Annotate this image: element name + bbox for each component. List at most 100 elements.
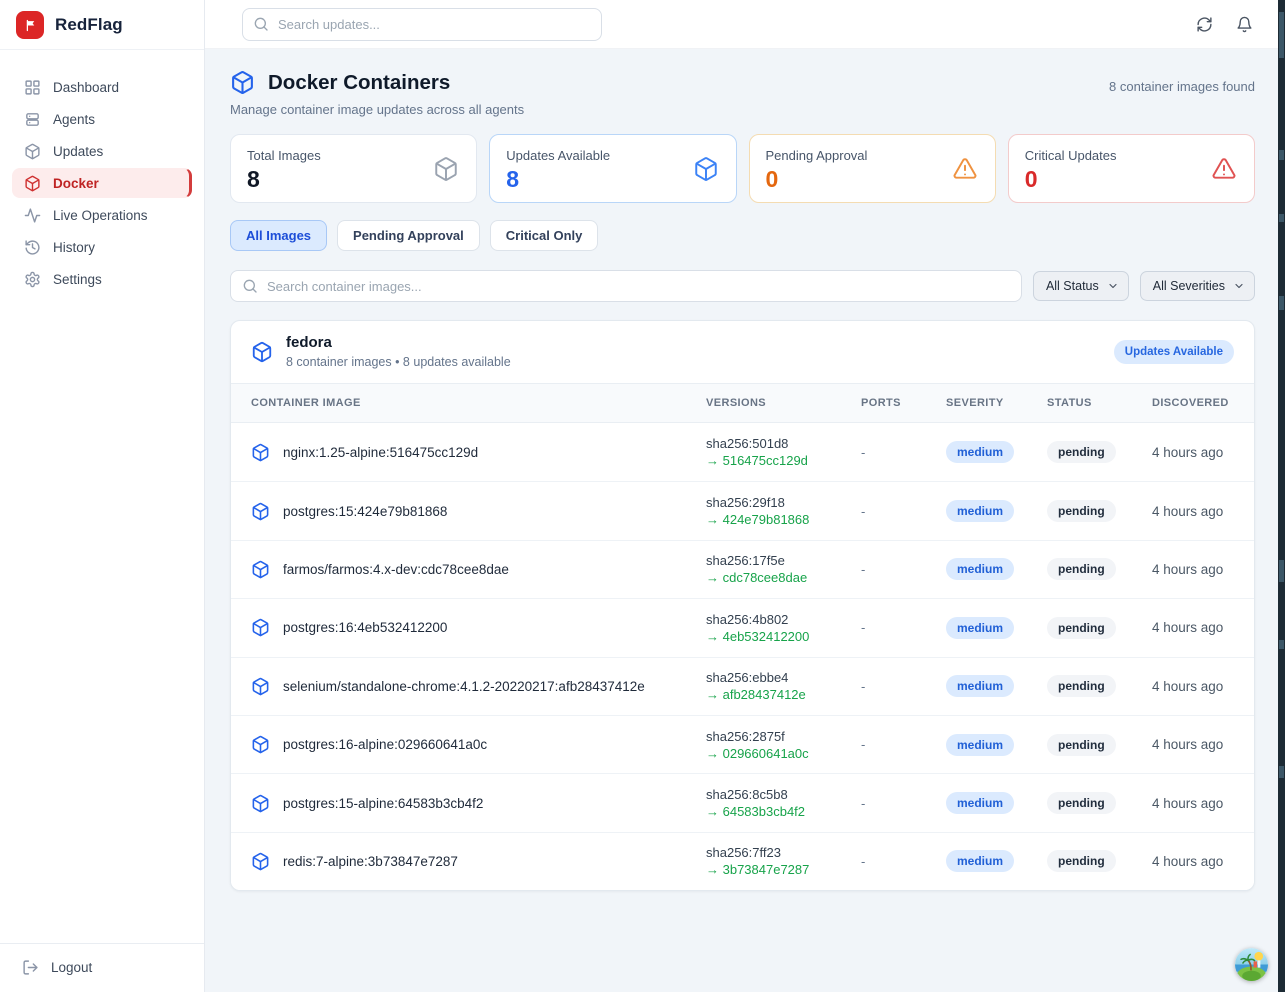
bell-icon[interactable] xyxy=(1236,16,1253,33)
stat-label: Pending Approval xyxy=(766,148,979,163)
table-row[interactable]: farmos/farmos:4.x-dev:cdc78cee8dae sha25… xyxy=(231,540,1254,598)
container-cube-icon xyxy=(251,735,270,754)
table-row[interactable]: nginx:1.25-alpine:516475cc129d sha256:50… xyxy=(231,423,1254,481)
sidebar-item-label: Agents xyxy=(53,112,95,127)
sidebar-item-docker[interactable]: Docker xyxy=(12,168,192,198)
version-new: → 4eb532412200 xyxy=(706,628,861,645)
version-current: sha256:501d8 xyxy=(706,435,861,452)
image-count-text: 8 container images found xyxy=(1109,79,1255,94)
table-row[interactable]: postgres:16:4eb532412200 sha256:4b802 → … xyxy=(231,598,1254,656)
version-current: sha256:7ff23 xyxy=(706,844,861,861)
severity-badge: medium xyxy=(946,441,1014,463)
sidebar-item-label: Docker xyxy=(53,176,99,191)
sidebar-item-updates[interactable]: Updates xyxy=(12,136,192,166)
activity-icon xyxy=(24,207,41,224)
sidebar-item-live-operations[interactable]: Live Operations xyxy=(12,200,192,230)
status-badge: pending xyxy=(1047,617,1116,639)
stat-value: 8 xyxy=(247,166,460,193)
tab-pending-approval[interactable]: Pending Approval xyxy=(337,220,480,251)
severity-select-value: All Severities xyxy=(1153,279,1225,293)
island-extension-icon[interactable] xyxy=(1235,948,1268,981)
col-container-image: CONTAINER IMAGE xyxy=(251,397,706,409)
table-body: nginx:1.25-alpine:516475cc129d sha256:50… xyxy=(231,423,1254,890)
stat-card-critical-updates: Critical Updates 0 xyxy=(1008,134,1255,203)
version-new: → 64583b3cb4f2 xyxy=(706,803,861,820)
ports-value: - xyxy=(861,854,946,869)
page-title: Docker Containers xyxy=(268,71,450,95)
app-logo[interactable]: RedFlag xyxy=(0,0,204,50)
version-new: → afb28437412e xyxy=(706,686,861,703)
refresh-icon[interactable] xyxy=(1196,16,1213,33)
logout-icon xyxy=(22,959,39,976)
container-cube-icon xyxy=(251,852,270,871)
severity-badge: medium xyxy=(946,558,1014,580)
discovered-value: 4 hours ago xyxy=(1152,796,1234,811)
flag-icon xyxy=(16,11,44,39)
col-versions: VERSIONS xyxy=(706,397,861,409)
version-current: sha256:4b802 xyxy=(706,611,861,628)
discovered-value: 4 hours ago xyxy=(1152,445,1234,460)
logout-label: Logout xyxy=(51,960,92,975)
discovered-value: 4 hours ago xyxy=(1152,504,1234,519)
sidebar-item-label: Dashboard xyxy=(53,80,119,95)
ports-value: - xyxy=(861,504,946,519)
server-icon xyxy=(24,111,41,128)
col-status: STATUS xyxy=(1047,397,1152,409)
discovered-value: 4 hours ago xyxy=(1152,620,1234,635)
topbar xyxy=(205,0,1285,49)
status-select[interactable]: All Status xyxy=(1033,271,1129,301)
group-name: fedora xyxy=(286,334,511,351)
col-severity: SEVERITY xyxy=(946,397,1047,409)
filter-tabs: All Images Pending Approval Critical Onl… xyxy=(230,220,1255,251)
sidebar-item-label: History xyxy=(53,240,95,255)
stat-value: 8 xyxy=(506,166,719,193)
container-image-name: postgres:16-alpine:029660641a0c xyxy=(283,737,487,752)
tab-all-images[interactable]: All Images xyxy=(230,220,327,251)
image-group-panel: fedora 8 container images • 8 updates av… xyxy=(230,320,1255,891)
table-row[interactable]: redis:7-alpine:3b73847e7287 sha256:7ff23… xyxy=(231,832,1254,890)
version-new: → 424e79b81868 xyxy=(706,511,861,528)
stat-card-updates-available: Updates Available 8 xyxy=(489,134,736,203)
main-content: Docker Containers Manage container image… xyxy=(205,49,1285,992)
version-current: sha256:2875f xyxy=(706,728,861,745)
ports-value: - xyxy=(861,679,946,694)
sidebar-item-history[interactable]: History xyxy=(12,232,192,262)
global-search-input[interactable] xyxy=(242,8,602,41)
sidebar-item-agents[interactable]: Agents xyxy=(12,104,192,134)
warning-triangle-icon xyxy=(1211,156,1237,182)
sidebar-item-settings[interactable]: Settings xyxy=(12,264,192,294)
container-image-name: nginx:1.25-alpine:516475cc129d xyxy=(283,445,478,460)
tab-critical-only[interactable]: Critical Only xyxy=(490,220,599,251)
sidebar-item-label: Settings xyxy=(53,272,102,287)
container-image-name: farmos/farmos:4.x-dev:cdc78cee8dae xyxy=(283,562,509,577)
version-new: → 029660641a0c xyxy=(706,745,861,762)
container-image-name: postgres:16:4eb532412200 xyxy=(283,620,447,635)
search-icon xyxy=(253,16,269,32)
stat-cards: Total Images 8 Updates Available 8 Pendi… xyxy=(230,134,1255,203)
container-search-input[interactable] xyxy=(230,270,1022,302)
table-row[interactable]: postgres:16-alpine:029660641a0c sha256:2… xyxy=(231,715,1254,773)
version-current: sha256:8c5b8 xyxy=(706,786,861,803)
gear-icon xyxy=(24,271,41,288)
ports-value: - xyxy=(861,737,946,752)
history-clock-icon xyxy=(24,239,41,256)
version-new: → 516475cc129d xyxy=(706,452,861,469)
docker-cube-icon xyxy=(230,70,255,95)
table-row[interactable]: selenium/standalone-chrome:4.1.2-2022021… xyxy=(231,657,1254,715)
docker-cube-icon xyxy=(24,175,41,192)
group-meta: 8 container images • 8 updates available xyxy=(286,355,511,369)
col-discovered: DISCOVERED xyxy=(1152,397,1234,409)
version-new: → 3b73847e7287 xyxy=(706,861,861,878)
sidebar-nav: Dashboard Agents Updates Docker xyxy=(0,50,204,943)
container-cube-icon xyxy=(251,502,270,521)
stat-label: Total Images xyxy=(247,148,460,163)
table-row[interactable]: postgres:15-alpine:64583b3cb4f2 sha256:8… xyxy=(231,773,1254,831)
package-icon xyxy=(693,156,719,182)
sidebar-item-dashboard[interactable]: Dashboard xyxy=(12,72,192,102)
discovered-value: 4 hours ago xyxy=(1152,679,1234,694)
table-row[interactable]: postgres:15:424e79b81868 sha256:29f18 → … xyxy=(231,481,1254,539)
severity-select[interactable]: All Severities xyxy=(1140,271,1255,301)
discovered-value: 4 hours ago xyxy=(1152,562,1234,577)
logout-button[interactable]: Logout xyxy=(22,959,182,976)
topbar-actions xyxy=(1196,16,1253,33)
